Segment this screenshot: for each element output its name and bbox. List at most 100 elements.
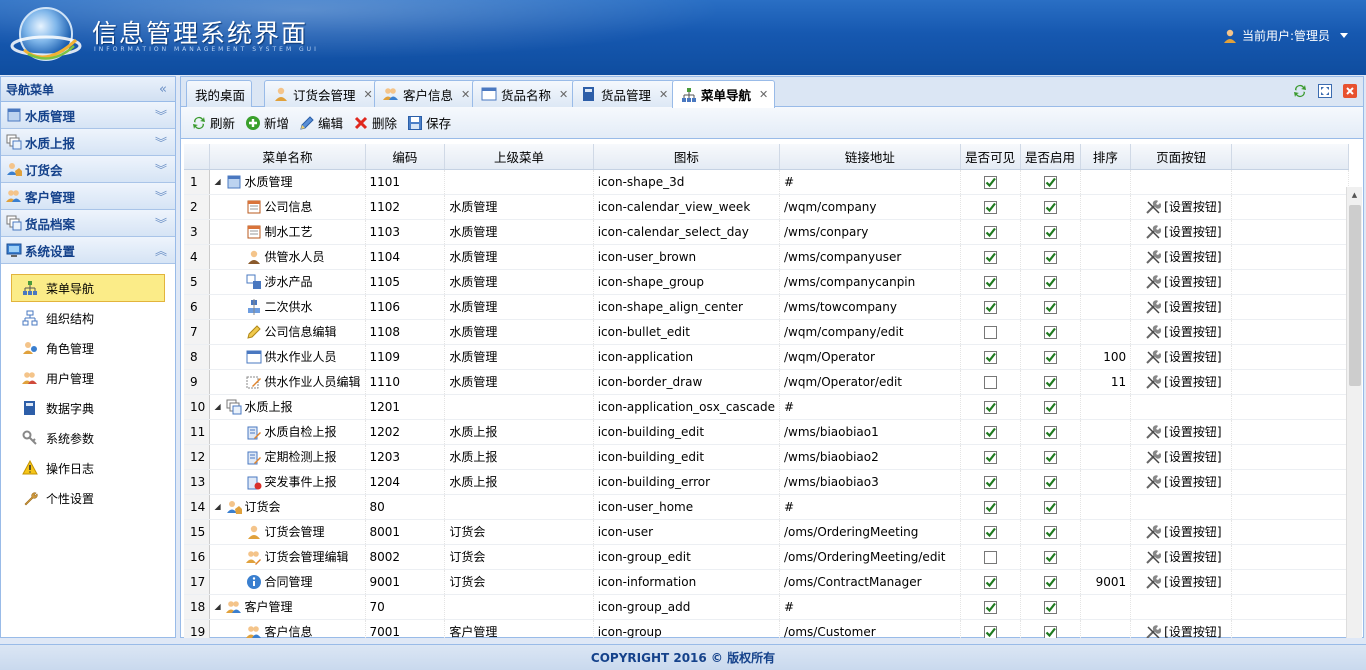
set-buttons-link[interactable]: [设置按钮]: [1135, 223, 1227, 240]
set-buttons-link[interactable]: [设置按钮]: [1135, 473, 1227, 490]
tab[interactable]: 我的桌面: [186, 80, 253, 107]
sidebar-item[interactable]: 数据字典: [11, 394, 165, 422]
checkbox-checked-icon[interactable]: [983, 475, 997, 489]
checkbox-checked-icon[interactable]: [983, 400, 997, 414]
checkbox-unchecked-icon[interactable]: [983, 325, 997, 339]
sidebar-item[interactable]: 菜单导航: [11, 274, 165, 302]
tree-expanded-icon[interactable]: ◢: [214, 502, 224, 511]
sidebar-item[interactable]: 操作日志: [11, 454, 165, 482]
tab[interactable]: 客户信息 ✕: [374, 80, 478, 107]
checkbox-checked-icon[interactable]: [1043, 350, 1057, 364]
tree-expanded-icon[interactable]: ◢: [214, 177, 224, 186]
set-buttons-link[interactable]: [设置按钮]: [1135, 348, 1227, 365]
tab[interactable]: 订货会管理 ✕: [264, 80, 380, 107]
edit-button[interactable]: 编辑: [299, 113, 343, 132]
table-row[interactable]: 19 客户信息 7001 客户管理 icon-group/oms/Customer [设置…: [184, 619, 1349, 638]
table-row[interactable]: 10 ◢ 水质上报 1201 icon-application_osx_cascade #: [184, 394, 1349, 420]
table-row[interactable]: 13 突发事件上报 1204 水质上报 icon-building_error/wms/…: [184, 469, 1349, 495]
sidebar-item[interactable]: 系统参数: [11, 424, 165, 452]
column-header[interactable]: 编码: [365, 144, 446, 170]
set-buttons-link[interactable]: [设置按钮]: [1135, 523, 1227, 540]
tab[interactable]: 货品名称 ✕: [472, 80, 576, 107]
checkbox-checked-icon[interactable]: [983, 175, 997, 189]
close-tab-icon[interactable]: ✕: [559, 88, 568, 101]
close-all-icon[interactable]: [1341, 82, 1359, 100]
checkbox-checked-icon[interactable]: [983, 225, 997, 239]
checkbox-checked-icon[interactable]: [1043, 250, 1057, 264]
checkbox-checked-icon[interactable]: [1043, 475, 1057, 489]
sidebar-group[interactable]: 系统设置 ︽: [1, 237, 175, 264]
checkbox-checked-icon[interactable]: [1043, 525, 1057, 539]
checkbox-checked-icon[interactable]: [983, 200, 997, 214]
checkbox-checked-icon[interactable]: [1043, 325, 1057, 339]
set-buttons-link[interactable]: [设置按钮]: [1135, 198, 1227, 215]
tab[interactable]: 货品管理 ✕: [572, 80, 676, 107]
set-buttons-link[interactable]: [设置按钮]: [1135, 573, 1227, 590]
column-header[interactable]: 页面按钮: [1130, 144, 1233, 170]
table-row[interactable]: 15 订货会管理 8001 订货会 icon-user/oms/OrderingMeet…: [184, 519, 1349, 545]
current-user-menu[interactable]: 当前用户:管理员: [1222, 27, 1348, 44]
checkbox-checked-icon[interactable]: [1043, 425, 1057, 439]
close-tab-icon[interactable]: ✕: [364, 88, 373, 101]
checkbox-checked-icon[interactable]: [983, 525, 997, 539]
table-row[interactable]: 2 公司信息 1102 水质管理 icon-calendar_view_week/wqm…: [184, 194, 1349, 220]
sidebar-item[interactable]: 组织结构: [11, 304, 165, 332]
table-row[interactable]: 12 定期检测上报 1203 水质上报 icon-building_edit/wms/b…: [184, 444, 1349, 470]
set-buttons-link[interactable]: [设置按钮]: [1135, 423, 1227, 440]
column-header[interactable]: 链接地址: [779, 144, 961, 170]
set-buttons-link[interactable]: [设置按钮]: [1135, 298, 1227, 315]
scroll-up-icon[interactable]: ▲: [1347, 187, 1362, 203]
sidebar-group[interactable]: 货品档案 ︾: [1, 210, 175, 237]
table-row[interactable]: 6 二次供水 1106 水质管理 icon-shape_align_center/wms…: [184, 294, 1349, 320]
scrollbar-thumb[interactable]: [1349, 205, 1361, 386]
table-row[interactable]: 1 ◢ 水质管理 1101 icon-shape_3d #: [184, 169, 1349, 195]
table-row[interactable]: 16 订货会管理编辑 8002 订货会 icon-group_edit/oms/Orde…: [184, 544, 1349, 570]
checkbox-unchecked-icon[interactable]: [983, 375, 997, 389]
column-header[interactable]: 图标: [593, 144, 780, 170]
checkbox-unchecked-icon[interactable]: [983, 550, 997, 564]
close-tab-icon[interactable]: ✕: [759, 88, 768, 101]
collapse-left-icon[interactable]: «: [159, 82, 167, 97]
checkbox-checked-icon[interactable]: [983, 600, 997, 614]
checkbox-checked-icon[interactable]: [983, 575, 997, 589]
set-buttons-link[interactable]: [设置按钮]: [1135, 248, 1227, 265]
column-header[interactable]: 是否可见: [960, 144, 1021, 170]
checkbox-checked-icon[interactable]: [983, 250, 997, 264]
tree-expanded-icon[interactable]: ◢: [214, 602, 224, 611]
checkbox-checked-icon[interactable]: [983, 300, 997, 314]
sidebar-item[interactable]: 角色管理: [11, 334, 165, 362]
checkbox-checked-icon[interactable]: [1043, 500, 1057, 514]
save-button[interactable]: 保存: [407, 113, 451, 132]
refresh-button[interactable]: 刷新: [191, 113, 235, 132]
column-header[interactable]: 菜单名称: [209, 144, 366, 170]
sidebar-item[interactable]: 用户管理: [11, 364, 165, 392]
checkbox-checked-icon[interactable]: [983, 350, 997, 364]
set-buttons-link[interactable]: [设置按钮]: [1135, 273, 1227, 290]
checkbox-checked-icon[interactable]: [1043, 600, 1057, 614]
checkbox-checked-icon[interactable]: [983, 450, 997, 464]
delete-button[interactable]: 删除: [353, 113, 397, 132]
close-tab-icon[interactable]: ✕: [461, 88, 470, 101]
table-row[interactable]: 3 制水工艺 1103 水质管理 icon-calendar_select_day/wm…: [184, 219, 1349, 245]
column-header[interactable]: 是否启用: [1020, 144, 1081, 170]
sidebar-group[interactable]: 订货会 ︾: [1, 156, 175, 183]
set-buttons-link[interactable]: [设置按钮]: [1135, 623, 1227, 638]
set-buttons-link[interactable]: [设置按钮]: [1135, 323, 1227, 340]
close-tab-icon[interactable]: ✕: [659, 88, 668, 101]
tab[interactable]: 菜单导航 ✕: [672, 80, 776, 108]
tree-expanded-icon[interactable]: ◢: [214, 402, 224, 411]
checkbox-checked-icon[interactable]: [983, 425, 997, 439]
set-buttons-link[interactable]: [设置按钮]: [1135, 548, 1227, 565]
table-row[interactable]: 7 公司信息编辑 1108 水质管理 icon-bullet_edit/wqm/comp…: [184, 319, 1349, 345]
checkbox-checked-icon[interactable]: [1043, 375, 1057, 389]
sidebar-group[interactable]: 水质管理 ︾: [1, 102, 175, 129]
table-row[interactable]: 9 供水作业人员编辑 1110 水质管理 icon-border_draw/wqm/Op…: [184, 369, 1349, 395]
sidebar-group[interactable]: 水质上报 ︾: [1, 129, 175, 156]
fullscreen-icon[interactable]: [1316, 82, 1334, 100]
sidebar-group[interactable]: 客户管理 ︾: [1, 183, 175, 210]
add-button[interactable]: 新增: [245, 113, 289, 132]
checkbox-checked-icon[interactable]: [1043, 625, 1057, 639]
column-header[interactable]: 排序: [1080, 144, 1132, 170]
table-row[interactable]: 18 ◢ 客户管理 70 icon-group_add #: [184, 594, 1349, 620]
checkbox-checked-icon[interactable]: [983, 625, 997, 639]
